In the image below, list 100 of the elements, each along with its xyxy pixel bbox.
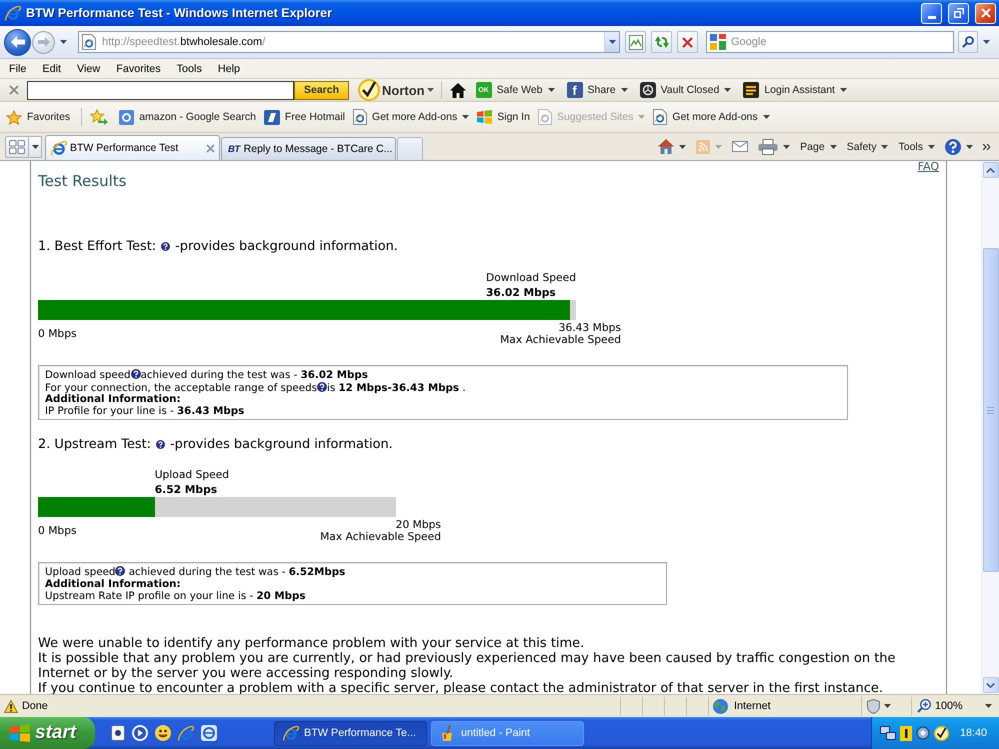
info-text: Upload speed — [45, 566, 116, 578]
tile-icon — [119, 110, 134, 124]
toolbar-search-button[interactable]: Search — [294, 80, 349, 100]
favorites-button[interactable]: Favorites — [3, 106, 74, 128]
caret-down-icon — [724, 88, 732, 92]
caret-down-icon — [548, 88, 555, 92]
search-button[interactable] — [958, 31, 978, 53]
shield-icon — [867, 698, 880, 714]
scale-min: 0 Mbps — [38, 525, 77, 538]
color-blocks-icon — [710, 34, 726, 50]
scrollbar-thumb[interactable] — [982, 248, 998, 572]
summary-text: We were unable to identify any performance problem with your service at this time. — [38, 637, 586, 652]
browser-tab[interactable]: BTW Performance Test — [45, 135, 220, 160]
caret-down-icon — [983, 40, 990, 44]
quick-tabs-button[interactable] — [5, 136, 29, 158]
speed-value: 36.02 Mbps — [486, 286, 557, 299]
page-icon — [353, 109, 368, 125]
back-button[interactable] — [4, 28, 31, 56]
address-dropdown[interactable] — [604, 32, 619, 52]
compatibility-button[interactable] — [625, 31, 646, 53]
feed-icon — [696, 140, 710, 154]
menu-item[interactable]: File — [1, 60, 34, 78]
menu-item[interactable]: Edit — [34, 60, 70, 78]
caret-down-icon — [608, 40, 616, 44]
grid-icon — [9, 140, 25, 154]
vault-menu[interactable]: Vault Closed — [634, 80, 738, 100]
menu-item[interactable]: Tools — [168, 60, 210, 78]
task-button[interactable]: BTW Performance Te... — [274, 720, 427, 746]
stop-button[interactable] — [677, 31, 698, 53]
stop-icon — [682, 36, 693, 48]
close-icon[interactable] — [206, 144, 215, 152]
favorites-link[interactable]: Sign In — [473, 106, 534, 128]
favorites-link[interactable]: Get more Add-ons — [649, 106, 774, 128]
faq-link[interactable]: FAQ — [918, 161, 939, 172]
scroll-down-button[interactable] — [982, 677, 998, 693]
restore-button[interactable] — [948, 2, 969, 24]
quick-launch-button[interactable] — [201, 725, 217, 741]
info-heading: Additional Information: — [45, 578, 181, 590]
arrow-left-icon — [10, 36, 24, 48]
window-title: BTW Performance Test - Windows Internet Explorer — [26, 6, 333, 20]
quick-launch-button[interactable] — [155, 725, 171, 741]
task-button[interactable]: untitled - Paint — [431, 720, 584, 746]
scroll-up-button[interactable] — [982, 162, 998, 178]
command-menu[interactable]: Tools — [893, 136, 940, 158]
command-menu[interactable]: Page — [795, 136, 842, 158]
menu-item[interactable]: Help — [210, 60, 248, 78]
caret-down-icon — [426, 88, 434, 92]
close-icon[interactable] — [9, 85, 19, 95]
play-icon — [132, 725, 148, 741]
menu-item[interactable]: View — [69, 60, 108, 78]
caret-down-icon — [986, 682, 995, 688]
logo-badge: f — [566, 82, 583, 98]
status-text: Done — [22, 700, 48, 712]
scrollbar[interactable] — [981, 161, 999, 694]
brand-menu[interactable]: Norton — [356, 79, 437, 101]
tab-list-dropdown[interactable] — [29, 136, 42, 158]
safe-dial-icon — [640, 82, 656, 98]
help-icon — [161, 242, 170, 251]
caret-down-icon — [715, 144, 722, 148]
caret-down-icon — [830, 144, 837, 148]
section-title: 2. Upstream Test: — [38, 437, 152, 452]
speed-label: Download Speed — [486, 271, 576, 284]
share-menu[interactable]: f Share — [560, 80, 634, 100]
refresh-icon — [654, 36, 668, 48]
info-heading: Additional Information: — [45, 393, 181, 406]
section-title: 1. Best Effort Test: — [38, 239, 156, 254]
help-icon — [130, 369, 141, 379]
toolbar-search-field[interactable] — [27, 80, 294, 100]
favorites-link[interactable]: Get more Add-ons — [349, 106, 474, 128]
menu-item[interactable]: Favorites — [108, 60, 169, 78]
caret-down-icon — [32, 145, 38, 149]
info-text: Upstream Rate IP profile on your line is - 20 Mbps — [45, 590, 306, 602]
favorites-link[interactable]: amazon - Google Search — [115, 106, 260, 128]
favorites-link[interactable]: Free Hotmail — [260, 106, 350, 128]
checkmark-icon — [358, 79, 380, 101]
scale-max: 20 Mbps — [396, 519, 441, 532]
command-menu[interactable]: Safety — [842, 136, 894, 158]
quick-launch-button[interactable] — [132, 725, 148, 741]
lines-tile-icon — [743, 82, 760, 98]
add-favorite-button[interactable] — [90, 106, 108, 128]
caret-down-icon — [638, 115, 646, 119]
broken-page-icon — [628, 34, 642, 50]
checkmark-icon — [934, 726, 949, 740]
flag-icon — [477, 110, 492, 124]
help-icon — [115, 566, 126, 576]
browser-tab[interactable]: BT Reply to Message - BTCare C... — [221, 137, 396, 160]
caret-down-icon — [985, 704, 992, 708]
page-icon — [653, 109, 668, 125]
page-icon — [82, 34, 96, 50]
arrow-right-icon — [38, 37, 50, 47]
start-button[interactable]: start — [0, 717, 95, 749]
zoom-button[interactable]: 100% — [911, 696, 997, 716]
login-menu[interactable]: Login Assistant — [737, 80, 853, 100]
info-text: is 12 Mbps-36.43 Mbps . — [326, 382, 466, 394]
address-field[interactable]: http://speedtest.btwholesale.com/ — [78, 31, 620, 53]
globe-icon — [713, 698, 728, 714]
refresh-button[interactable] — [651, 31, 672, 53]
quick-launch-button[interactable] — [111, 725, 125, 741]
minimize-button[interactable] — [921, 2, 942, 24]
close-button[interactable] — [975, 2, 996, 24]
